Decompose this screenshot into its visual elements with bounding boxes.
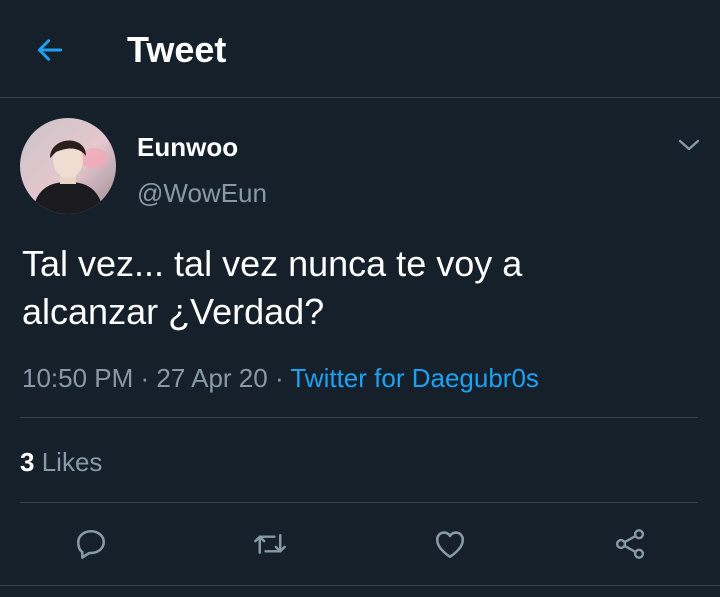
tweet-source-link[interactable]: Twitter for Daegubr0s — [290, 363, 539, 393]
divider — [0, 585, 720, 586]
share-button[interactable] — [608, 522, 652, 566]
author-handle[interactable]: @WowEun — [137, 177, 267, 209]
avatar[interactable] — [20, 118, 116, 214]
tweet-date: 27 Apr 20 — [156, 363, 268, 393]
arrow-left-icon — [37, 39, 63, 61]
page-title: Tweet — [127, 29, 227, 70]
tweet-metadata: 10:50 PM · 27 Apr 20 · Twitter for Daegu… — [22, 362, 539, 394]
profile-photo — [20, 118, 116, 214]
author-name[interactable]: Eunwoo — [137, 131, 238, 163]
top-bar: Tweet — [0, 0, 720, 98]
divider — [20, 417, 698, 418]
share-icon — [615, 529, 645, 559]
reply-button[interactable] — [69, 522, 113, 566]
back-button[interactable] — [30, 30, 70, 70]
chevron-down-icon — [678, 139, 700, 151]
like-icon — [435, 531, 465, 559]
meta-separator: · — [133, 363, 157, 393]
tweet-text: Tal vez... tal vez nunca te voy a alcanz… — [22, 240, 692, 336]
tweet-text-line-1: Tal vez... tal vez nunca te voy a — [22, 243, 523, 284]
likes-label: Likes — [41, 447, 103, 477]
likes-count: 3 — [20, 447, 35, 477]
tweet-text-line-2: alcanzar ¿Verdad? — [22, 291, 325, 332]
divider — [20, 502, 698, 503]
like-button[interactable] — [428, 522, 472, 566]
more-options-button[interactable] — [672, 130, 706, 160]
retweet-icon — [254, 533, 286, 555]
tweet-time: 10:50 PM — [22, 363, 134, 393]
retweet-button[interactable] — [248, 522, 292, 566]
likes-stat[interactable]: 3 Likes — [20, 446, 102, 478]
reply-icon — [76, 529, 106, 559]
meta-separator: · — [267, 363, 291, 393]
